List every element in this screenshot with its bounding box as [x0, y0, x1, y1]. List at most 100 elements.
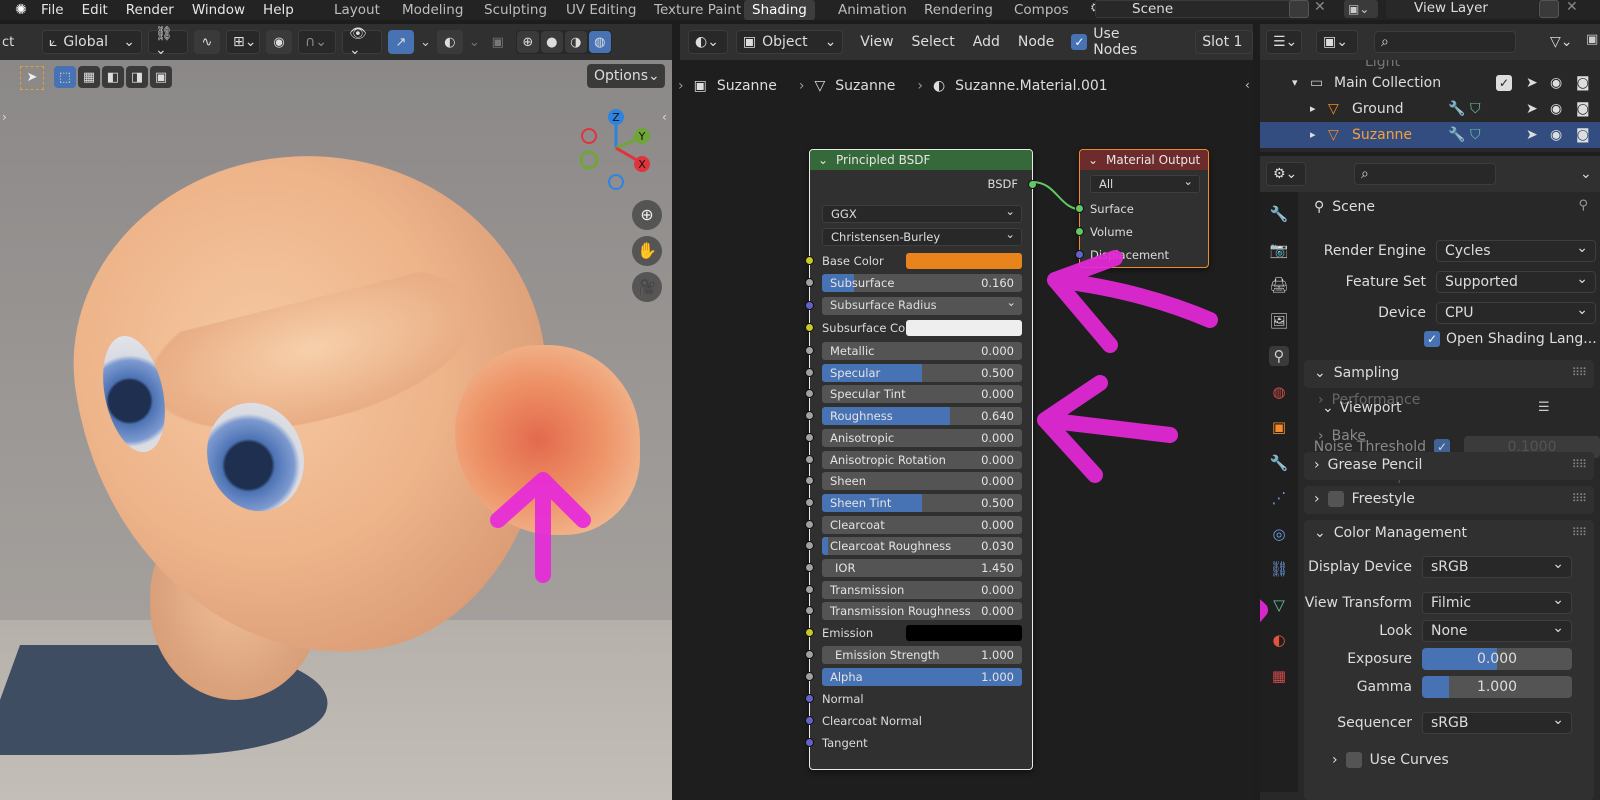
device-dropdown[interactable]: CPU — [1436, 300, 1596, 324]
collection-checkbox-icon[interactable]: ✓ — [1496, 75, 1512, 91]
options-dropdown[interactable]: Options ⌄ — [587, 64, 665, 88]
input-socket[interactable] — [805, 389, 814, 399]
input-socket[interactable] — [805, 584, 814, 594]
visibility-dropdown[interactable]: 👁⌄ — [342, 26, 382, 58]
camera-icon[interactable]: ◙ — [1576, 70, 1590, 96]
input-socket[interactable] — [805, 278, 814, 287]
exposure-slider[interactable]: 0.000 — [1422, 648, 1572, 670]
drag-handle-icon[interactable]: ⠿⠿ — [1572, 492, 1587, 505]
snap-target-dropdown[interactable]: ⊞⌄ — [226, 30, 260, 54]
field-clearcoat[interactable]: Clearcoat 0.000 — [822, 515, 1022, 534]
list-icon[interactable]: ☰ — [1538, 400, 1550, 415]
delete-scene-icon[interactable]: ✕ — [1314, 0, 1326, 15]
input-socket[interactable] — [805, 738, 814, 748]
select-subtract-icon[interactable]: ◧ — [102, 66, 124, 88]
input-socket[interactable] — [805, 650, 814, 660]
scene-icon[interactable]: ⚲ — [1269, 346, 1289, 366]
view-layer-field[interactable]: View Layer — [1386, 0, 1538, 18]
use-nodes-toggle[interactable]: ✓ Use Nodes — [1071, 26, 1167, 58]
outliner-row-suzanne[interactable]: ▸ ▽ Suzanne 🔧 ⛉ ➤ ◉ ◙ — [1260, 122, 1600, 148]
sampling-panel[interactable]: ⌄ Sampling ⠿⠿ — [1304, 360, 1594, 388]
object-data-icon[interactable]: ▽ — [1269, 595, 1289, 615]
orientation-dropdown[interactable]: ⟀ Global ⌄ — [42, 30, 142, 54]
expand-chevron-icon[interactable]: ▸ — [1310, 122, 1316, 148]
menu-view[interactable]: View — [851, 34, 902, 50]
area-divider[interactable] — [672, 24, 680, 800]
field-metallic[interactable]: Metallic 0.000 — [822, 342, 1022, 360]
particles-icon[interactable]: ⋰ — [1269, 488, 1289, 508]
camera-icon[interactable]: ◙ — [1576, 122, 1590, 148]
menu-item-help[interactable]: Help — [254, 2, 303, 18]
new-scene-icon[interactable] — [1289, 0, 1309, 18]
new-collection-icon[interactable]: ▣ — [1586, 32, 1598, 47]
input-socket[interactable] — [805, 476, 814, 486]
osl-row[interactable]: ✓ Open Shading Lang... — [1424, 331, 1597, 347]
menu-item-render[interactable]: Render — [117, 2, 183, 18]
blender-logo-icon[interactable]: ✺ — [10, 0, 32, 20]
tool-icon[interactable]: 🔧 — [1269, 204, 1289, 224]
modifier-wrench-icon[interactable]: 🔧 — [1448, 96, 1465, 122]
drag-handle-icon[interactable]: ⠿⠿ — [1572, 458, 1587, 471]
eye-icon[interactable]: ◉ — [1550, 122, 1562, 148]
select-pointer-icon[interactable]: ➤ — [1526, 96, 1538, 122]
input-socket[interactable] — [805, 628, 814, 638]
tab-rendering[interactable]: Rendering — [916, 0, 1001, 20]
input-socket[interactable] — [805, 323, 814, 332]
color-management-header[interactable]: ⌄ Color Management — [1314, 525, 1467, 541]
sampling-header[interactable]: ⌄ Sampling — [1314, 365, 1399, 381]
input-socket[interactable] — [805, 454, 814, 464]
snap-toggle[interactable]: ∿ — [194, 30, 220, 54]
emission-color-swatch[interactable] — [906, 625, 1022, 642]
field-specular-tint[interactable]: Specular Tint 0.000 — [822, 385, 1022, 404]
sidebar-toggle-icon[interactable]: ‹ — [662, 110, 667, 124]
tab-compos[interactable]: Compos — [1006, 0, 1077, 20]
material-output-node[interactable]: ⌄ Material Output All Surface Volume Displa… — [1075, 149, 1209, 268]
gizmo-toggle[interactable]: ↗ — [388, 30, 414, 54]
navigation-gizmo[interactable]: Z Y X — [568, 100, 658, 200]
menu-item-window[interactable]: Window — [183, 2, 254, 18]
proportional-edit-toggle[interactable]: ◉ — [266, 30, 292, 54]
node-title[interactable]: ⌄ Principled BSDF — [810, 150, 1032, 170]
input-socket[interactable] — [805, 256, 814, 265]
input-socket[interactable] — [805, 563, 814, 572]
freestyle-checkbox[interactable] — [1327, 491, 1344, 507]
outliner-search-input[interactable]: ⌕ — [1374, 31, 1516, 53]
zoom-icon[interactable]: ⊕ — [632, 200, 662, 230]
menu-select[interactable]: Select — [903, 34, 964, 50]
menu-item-edit[interactable]: Edit — [73, 2, 117, 18]
material-icon[interactable]: ◐ — [1269, 630, 1289, 650]
tab-layout[interactable]: Layout — [326, 0, 388, 20]
principled-bsdf-node[interactable]: ⌄ Principled BSDF BSDF GGX Christensen-Bu… — [805, 149, 1037, 770]
delete-view-layer-icon[interactable]: ✕ — [1566, 0, 1578, 15]
drag-handle-icon[interactable]: ⠿⠿ — [1572, 526, 1587, 539]
solid-shading-button[interactable]: ● — [540, 31, 563, 53]
viewport-subpanel[interactable]: ⌄ Viewport — [1322, 400, 1402, 416]
input-socket[interactable] — [1075, 204, 1084, 213]
drag-handle-icon[interactable]: ⠿⠿ — [1572, 366, 1587, 379]
area-divider[interactable] — [1253, 24, 1260, 800]
render-icon[interactable]: 📷 — [1269, 240, 1289, 260]
sequencer-dropdown[interactable]: sRGB — [1422, 710, 1572, 734]
outliner-row-ground[interactable]: ▸ ▽ Ground 🔧 ⛉ ➤ ◉ ◙ — [1260, 96, 1600, 122]
display-device-dropdown[interactable]: sRGB — [1422, 554, 1572, 578]
mesh-data-icon[interactable]: ⛉ — [1470, 122, 1481, 148]
select-pointer-icon[interactable]: ➤ — [1526, 70, 1538, 96]
input-socket[interactable] — [805, 411, 814, 421]
output-target-dropdown[interactable]: All — [1090, 173, 1200, 193]
overlay-menu-chevron[interactable]: ⌄ — [469, 35, 480, 50]
3d-viewport[interactable]: ➤ ⬚ ▦ ◧ ◨ ▣ Options ⌄ Z Y X ⊕ ✋ 🎥 ‹ › — [0, 60, 672, 800]
field-ior[interactable]: IOR 1.450 — [822, 559, 1022, 577]
display-mode-dropdown[interactable]: ▣⌄ — [1316, 30, 1358, 54]
gamma-slider[interactable]: 1.000 — [1422, 676, 1572, 698]
modifier-icon[interactable]: 🔧 — [1269, 453, 1289, 473]
input-socket[interactable] — [805, 346, 814, 355]
distribution-dropdown[interactable]: GGX — [822, 203, 1022, 223]
field-transmission[interactable]: Transmission 0.000 — [822, 580, 1022, 599]
mesh-data-icon[interactable]: ⛉ — [1470, 96, 1481, 122]
tab-texture-paint[interactable]: Texture Paint — [646, 0, 749, 20]
properties-search-input[interactable]: ⌕ — [1354, 163, 1496, 185]
look-dropdown[interactable]: None — [1422, 618, 1572, 642]
subsurface-radius-dropdown[interactable]: Subsurface Radius — [822, 294, 1022, 315]
eye-icon[interactable]: ◉ — [1550, 70, 1562, 96]
field-roughness[interactable]: Roughness 0.640 — [822, 407, 1022, 426]
